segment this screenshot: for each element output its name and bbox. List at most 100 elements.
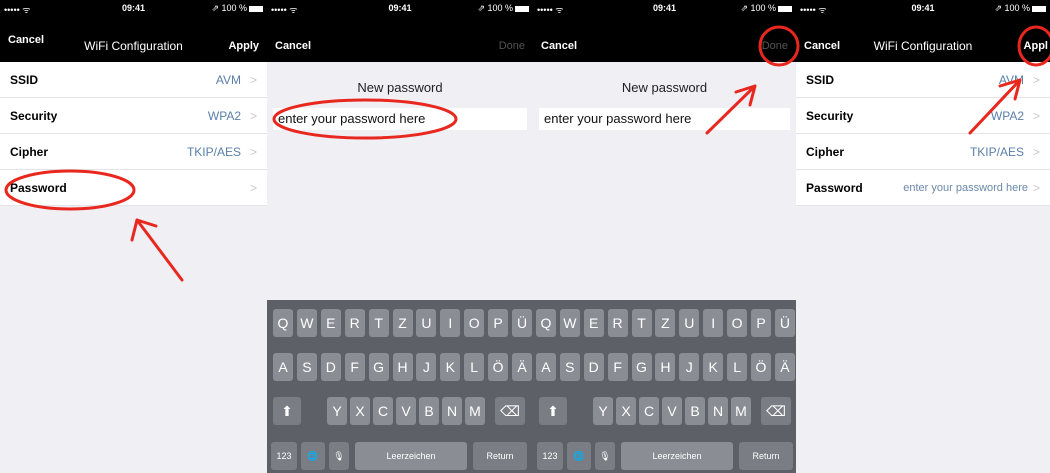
key-f[interactable]: F [344,353,365,381]
key-s[interactable]: S [296,353,317,381]
row-password[interactable]: Password > [0,170,267,206]
key-r[interactable]: R [344,309,365,337]
backspace-key[interactable]: ⌫ [495,397,525,425]
key-g[interactable]: G [631,353,652,381]
key-h[interactable]: H [655,353,676,381]
key-u[interactable]: U [679,309,700,337]
row-security[interactable]: Security WPA2 > [796,98,1050,134]
key-ä[interactable]: Ä [774,353,795,381]
return-key[interactable]: Return [473,442,527,470]
key-e[interactable]: E [583,309,604,337]
key-h[interactable]: H [392,353,413,381]
key-w[interactable]: W [296,309,317,337]
row-ssid[interactable]: SSID AVM > [0,62,267,98]
key-k[interactable]: K [440,353,461,381]
cancel-button[interactable]: Cancel [275,40,311,52]
password-input[interactable]: enter your password here [539,108,790,130]
key-v[interactable]: V [662,397,682,425]
space-key[interactable]: Leerzeichen [621,442,733,470]
key-m[interactable]: M [731,397,751,425]
key-ö[interactable]: Ö [751,353,771,381]
settings-list: SSID AVM > Security WPA2 > Cipher TKIP/A… [0,62,267,206]
key-f[interactable]: F [607,353,628,381]
globe-icon[interactable]: 🌐 [301,442,325,470]
nav-bar: Cancel Done [267,16,533,62]
row-security[interactable]: Security WPA2 > [0,98,267,134]
key-e[interactable]: E [320,309,341,337]
key-l[interactable]: L [727,353,748,381]
space-key[interactable]: Leerzeichen [355,442,467,470]
key-v[interactable]: V [396,397,416,425]
row-password[interactable]: Password enter your password here > [796,170,1050,206]
row-cipher[interactable]: Cipher TKIP/AES > [796,134,1050,170]
key-a[interactable]: A [535,353,556,381]
key-q[interactable]: Q [535,309,556,337]
apply-button[interactable]: Apply [228,40,259,52]
key-ö[interactable]: Ö [488,353,509,381]
key-y[interactable]: Y [593,397,613,425]
key-b[interactable]: B [419,397,439,425]
row-label: Cipher [10,144,49,159]
key-ü[interactable]: Ü [774,309,795,337]
key-ä[interactable]: Ä [512,353,532,381]
globe-icon[interactable]: 🌐 [567,442,591,470]
row-value: TKIP/AES [969,144,1024,159]
row-value: AVM [215,72,241,87]
key-t[interactable]: T [631,309,652,337]
chevron-right-icon: > [249,144,257,159]
key-i[interactable]: I [440,309,461,337]
key-p[interactable]: P [751,309,771,337]
key-x[interactable]: X [616,397,636,425]
row-cipher[interactable]: Cipher TKIP/AES > [0,134,267,170]
key-l[interactable]: L [464,353,485,381]
key-z[interactable]: Z [655,309,676,337]
key-d[interactable]: D [583,353,604,381]
key-m[interactable]: M [465,397,485,425]
return-key[interactable]: Return [739,442,793,470]
cancel-button[interactable]: Cancel [541,40,577,52]
key-o[interactable]: O [464,309,485,337]
shift-key[interactable]: ⬆ [273,397,301,425]
key-a[interactable]: A [273,353,293,381]
battery-icon [515,5,529,12]
chevron-right-icon: > [249,108,257,123]
keyboard-row-2: ASDFGHJKLÖÄASDFGHJKLÖÄ [267,353,796,381]
key-ü[interactable]: Ü [512,309,532,337]
key-p[interactable]: P [488,309,509,337]
key-j[interactable]: J [679,353,700,381]
key-j[interactable]: J [416,353,437,381]
nav-bar: Cancel Done [533,16,796,62]
numbers-key[interactable]: 123 [271,442,297,470]
key-g[interactable]: G [368,353,389,381]
key-c[interactable]: C [639,397,659,425]
key-y[interactable]: Y [327,397,347,425]
microphone-icon[interactable]: 🎙 [329,442,349,470]
key-z[interactable]: Z [392,309,413,337]
done-button[interactable]: Done [762,40,788,52]
key-r[interactable]: R [607,309,628,337]
key-b[interactable]: B [685,397,705,425]
key-n[interactable]: N [708,397,728,425]
key-q[interactable]: Q [273,309,293,337]
done-button[interactable]: Done [499,40,525,52]
key-w[interactable]: W [559,309,580,337]
key-x[interactable]: X [350,397,370,425]
apply-button[interactable]: Appl [1024,40,1048,52]
key-o[interactable]: O [727,309,748,337]
key-u[interactable]: U [416,309,437,337]
key-n[interactable]: N [442,397,462,425]
key-d[interactable]: D [320,353,341,381]
microphone-icon[interactable]: 🎙 [595,442,615,470]
shift-key[interactable]: ⬆ [539,397,567,425]
numbers-key[interactable]: 123 [537,442,563,470]
key-k[interactable]: K [703,353,724,381]
row-label: SSID [806,72,835,87]
backspace-key[interactable]: ⌫ [761,397,791,425]
key-s[interactable]: S [559,353,580,381]
keyboard: QWERTZUIOPÜQWERTZUIOPÜ ASDFGHJKLÖÄASDFGH… [267,300,796,473]
key-i[interactable]: I [703,309,724,337]
key-c[interactable]: C [373,397,393,425]
key-t[interactable]: T [368,309,389,337]
password-input[interactable]: enter your password here [273,108,527,130]
row-ssid[interactable]: SSID AVM > [796,62,1050,98]
